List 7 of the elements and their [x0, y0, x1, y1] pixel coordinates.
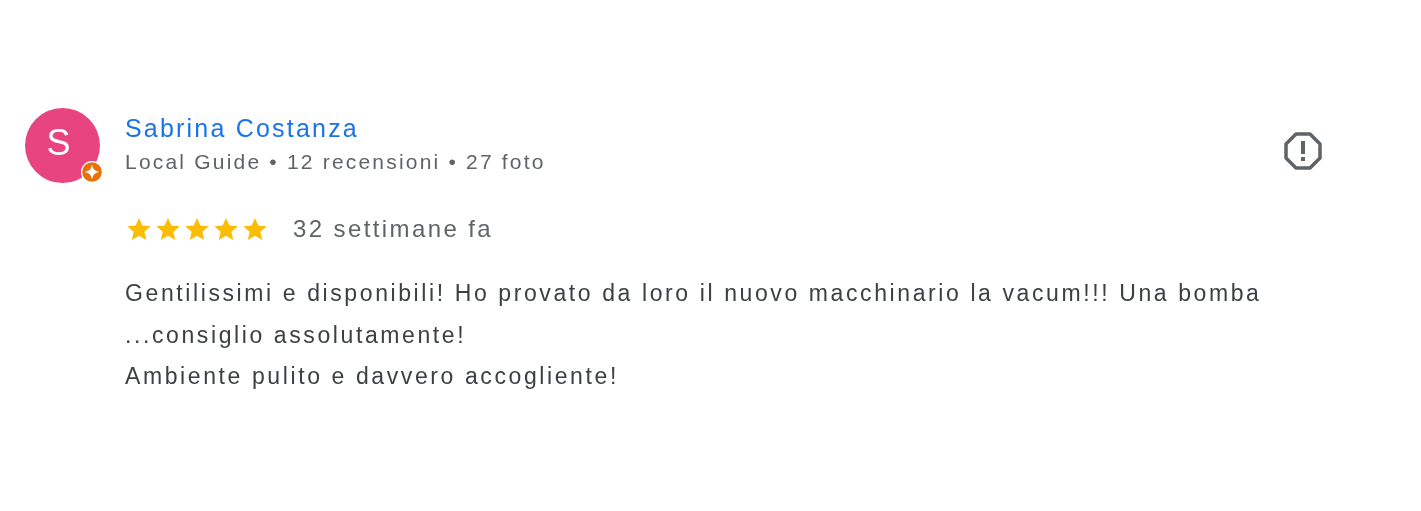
avatar[interactable]: S [25, 108, 100, 183]
author-name-link[interactable]: Sabrina Costanza [125, 113, 546, 143]
review-time: 32 settimane fa [293, 215, 494, 243]
avatar-letter: S [46, 121, 71, 164]
review-text: Gentilissimi e disponibili! Ho provato da loro il nuovo macchinario la vacum!!! Una bomba ...consiglio assolutamente! Ambiente pulito e davvero accogliente! [125, 279, 1263, 391]
author-meta: Local Guide • 12 recensioni • 27 foto [125, 149, 546, 175]
report-icon[interactable] [1283, 131, 1323, 171]
